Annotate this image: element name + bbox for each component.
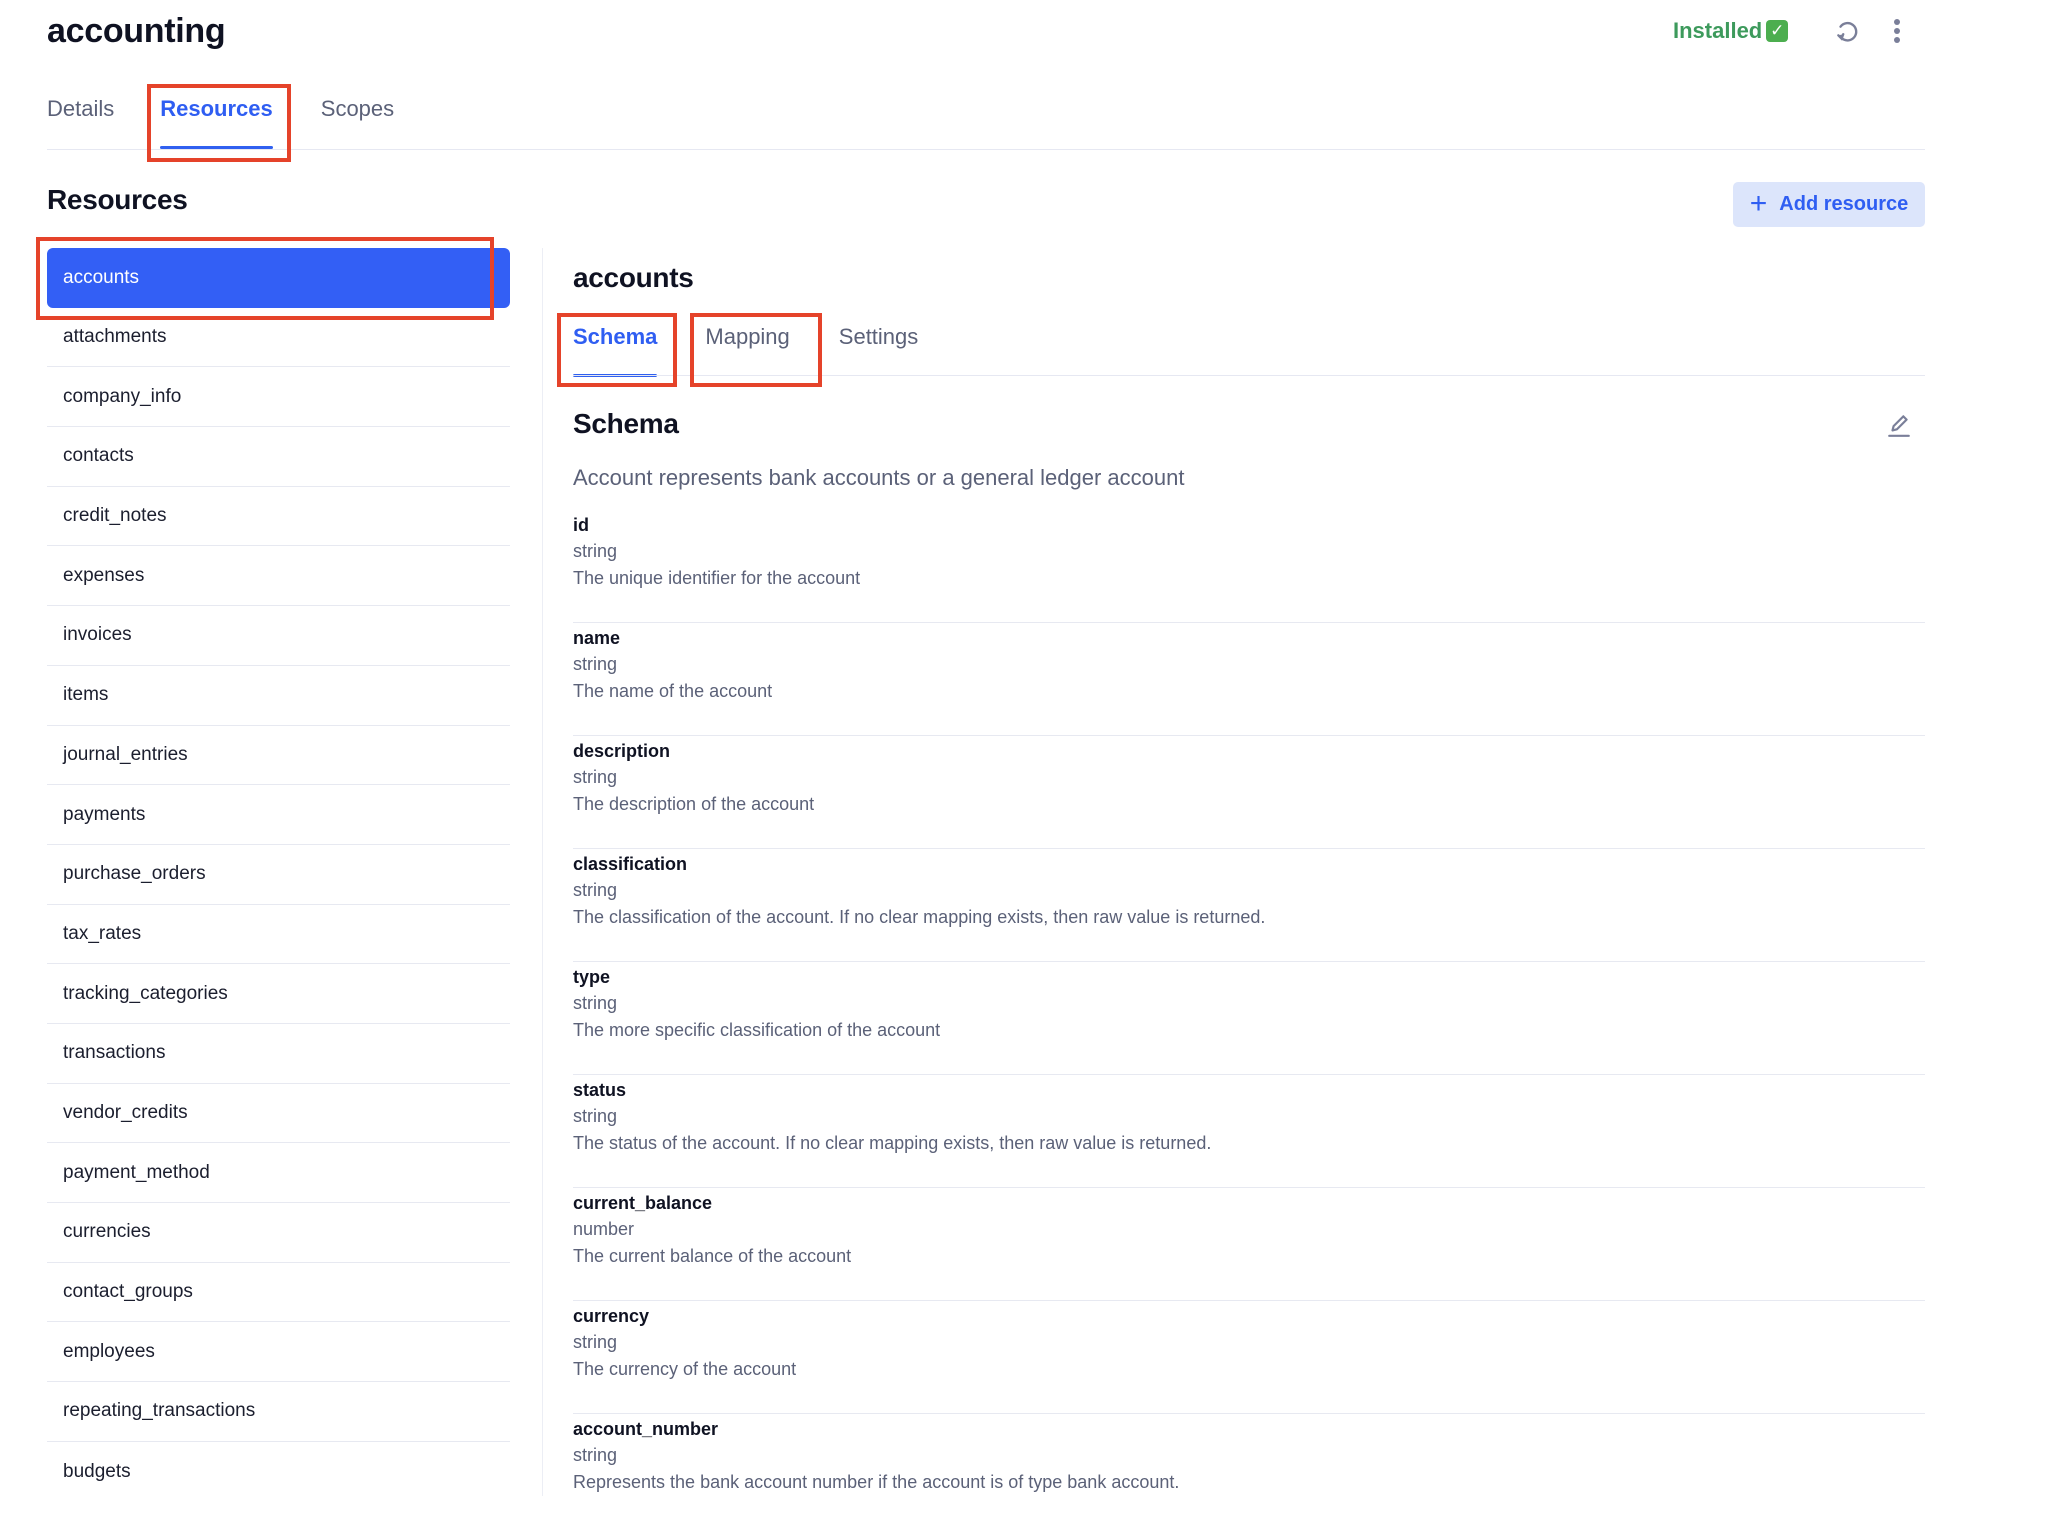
field-type: string	[573, 880, 618, 900]
refresh-icon	[1837, 21, 1858, 42]
resource-item-budgets[interactable]: budgets	[47, 1442, 510, 1502]
resource-list: accounts attachments company_info contac…	[47, 248, 510, 1501]
field-description: The more specific classification of the …	[573, 1020, 941, 1040]
field-description: The status of the account. If no clear m…	[573, 1133, 1212, 1153]
field-type: string	[573, 993, 618, 1013]
field-type: string	[573, 541, 618, 561]
resource-item-tracking-categories[interactable]: tracking_categories	[47, 964, 510, 1024]
field-name: description	[573, 741, 671, 761]
field-name: currency	[573, 1306, 650, 1326]
schema-field: name string The name of the account	[573, 623, 1925, 736]
schema-field: currency string The currency of the acco…	[573, 1301, 1925, 1414]
page-title: accounting	[47, 12, 226, 50]
schema-field: status string The status of the account.…	[573, 1075, 1925, 1188]
schema-field: account_number string Represents the ban…	[573, 1414, 1925, 1527]
field-name: name	[573, 628, 621, 648]
schema-field: current_balance number The current balan…	[573, 1188, 1925, 1301]
field-description: The currency of the account	[573, 1359, 797, 1379]
resource-item-transactions[interactable]: transactions	[47, 1024, 510, 1084]
resource-item-payments[interactable]: payments	[47, 785, 510, 845]
more-vertical-icon	[1894, 19, 1900, 43]
resource-item-credit-notes[interactable]: credit_notes	[47, 487, 510, 547]
resource-item-attachments[interactable]: attachments	[47, 308, 510, 368]
resource-item-vendor-credits[interactable]: vendor_credits	[47, 1084, 510, 1144]
add-resource-button[interactable]: + Add resource	[1733, 182, 1925, 227]
tab-schema[interactable]: Schema	[573, 324, 658, 377]
pencil-icon	[1888, 415, 1910, 437]
resource-item-purchase-orders[interactable]: purchase_orders	[47, 845, 510, 905]
field-description: The current balance of the account	[573, 1246, 852, 1266]
schema-field: type string The more specific classifica…	[573, 962, 1925, 1075]
field-type: string	[573, 1106, 618, 1126]
schema-field: id string The unique identifier for the …	[573, 510, 1925, 623]
tab-mapping[interactable]: Mapping	[705, 324, 789, 350]
field-type: string	[573, 1332, 618, 1352]
refresh-button[interactable]	[1830, 14, 1864, 48]
resource-item-invoices[interactable]: invoices	[47, 606, 510, 666]
resource-tab-bar: Schema Mapping Settings	[573, 324, 919, 377]
schema-field: description string The description of th…	[573, 736, 1925, 849]
top-tab-bar: Details Resources Scopes	[47, 96, 394, 150]
field-description: The description of the account	[573, 794, 815, 814]
field-type: string	[573, 767, 618, 787]
install-status: Installed ✓	[1673, 18, 1789, 44]
resource-item-company-info[interactable]: company_info	[47, 367, 510, 428]
schema-field: classification string The classification…	[573, 849, 1925, 962]
schema-description: Account represents bank accounts or a ge…	[573, 465, 1185, 490]
resource-item-expenses[interactable]: expenses	[47, 546, 510, 607]
field-name: id	[573, 515, 589, 535]
resource-title: accounts	[573, 262, 694, 293]
resource-item-employees[interactable]: employees	[47, 1322, 510, 1383]
tab-details[interactable]: Details	[47, 96, 114, 150]
resource-tab-divider	[573, 375, 1925, 376]
plus-icon: +	[1749, 186, 1768, 220]
resource-item-repeating-transactions[interactable]: repeating_transactions	[47, 1382, 510, 1442]
field-name: account_number	[573, 1419, 719, 1439]
schema-heading: Schema	[573, 408, 679, 439]
resource-item-contact-groups[interactable]: contact_groups	[47, 1263, 510, 1323]
field-name: status	[573, 1080, 627, 1100]
edit-schema-button[interactable]	[1884, 410, 1914, 440]
field-name: type	[573, 967, 611, 987]
resources-heading: Resources	[47, 184, 188, 215]
field-description: The unique identifier for the account	[573, 568, 861, 588]
resource-item-currencies[interactable]: currencies	[47, 1203, 510, 1263]
more-options-button[interactable]	[1880, 14, 1914, 48]
field-description: Represents the bank account number if th…	[573, 1472, 1180, 1492]
resource-item-tax-rates[interactable]: tax_rates	[47, 905, 510, 965]
resource-item-accounts[interactable]: accounts	[47, 248, 510, 308]
pane-divider	[542, 248, 543, 1496]
resource-item-journal-entries[interactable]: journal_entries	[47, 726, 510, 786]
resource-item-contacts[interactable]: contacts	[47, 427, 510, 487]
add-resource-label: Add resource	[1779, 193, 1909, 215]
install-status-label: Installed	[1673, 18, 1763, 43]
field-type: number	[573, 1219, 635, 1239]
field-name: current_balance	[573, 1193, 713, 1213]
tab-divider	[47, 149, 1925, 150]
field-type: string	[573, 1445, 618, 1465]
field-name: classification	[573, 854, 688, 874]
tab-settings[interactable]: Settings	[839, 324, 919, 350]
resource-item-items[interactable]: items	[47, 666, 510, 726]
tab-resources[interactable]: Resources	[160, 96, 273, 150]
field-description: The classification of the account. If no…	[573, 907, 1266, 927]
schema-field-list: id string The unique identifier for the …	[573, 510, 1925, 1527]
check-mark-icon: ✓	[1766, 20, 1789, 42]
field-type: string	[573, 654, 618, 674]
field-description: The name of the account	[573, 681, 773, 701]
resource-item-payment-method[interactable]: payment_method	[47, 1143, 510, 1203]
tab-scopes[interactable]: Scopes	[321, 96, 394, 150]
